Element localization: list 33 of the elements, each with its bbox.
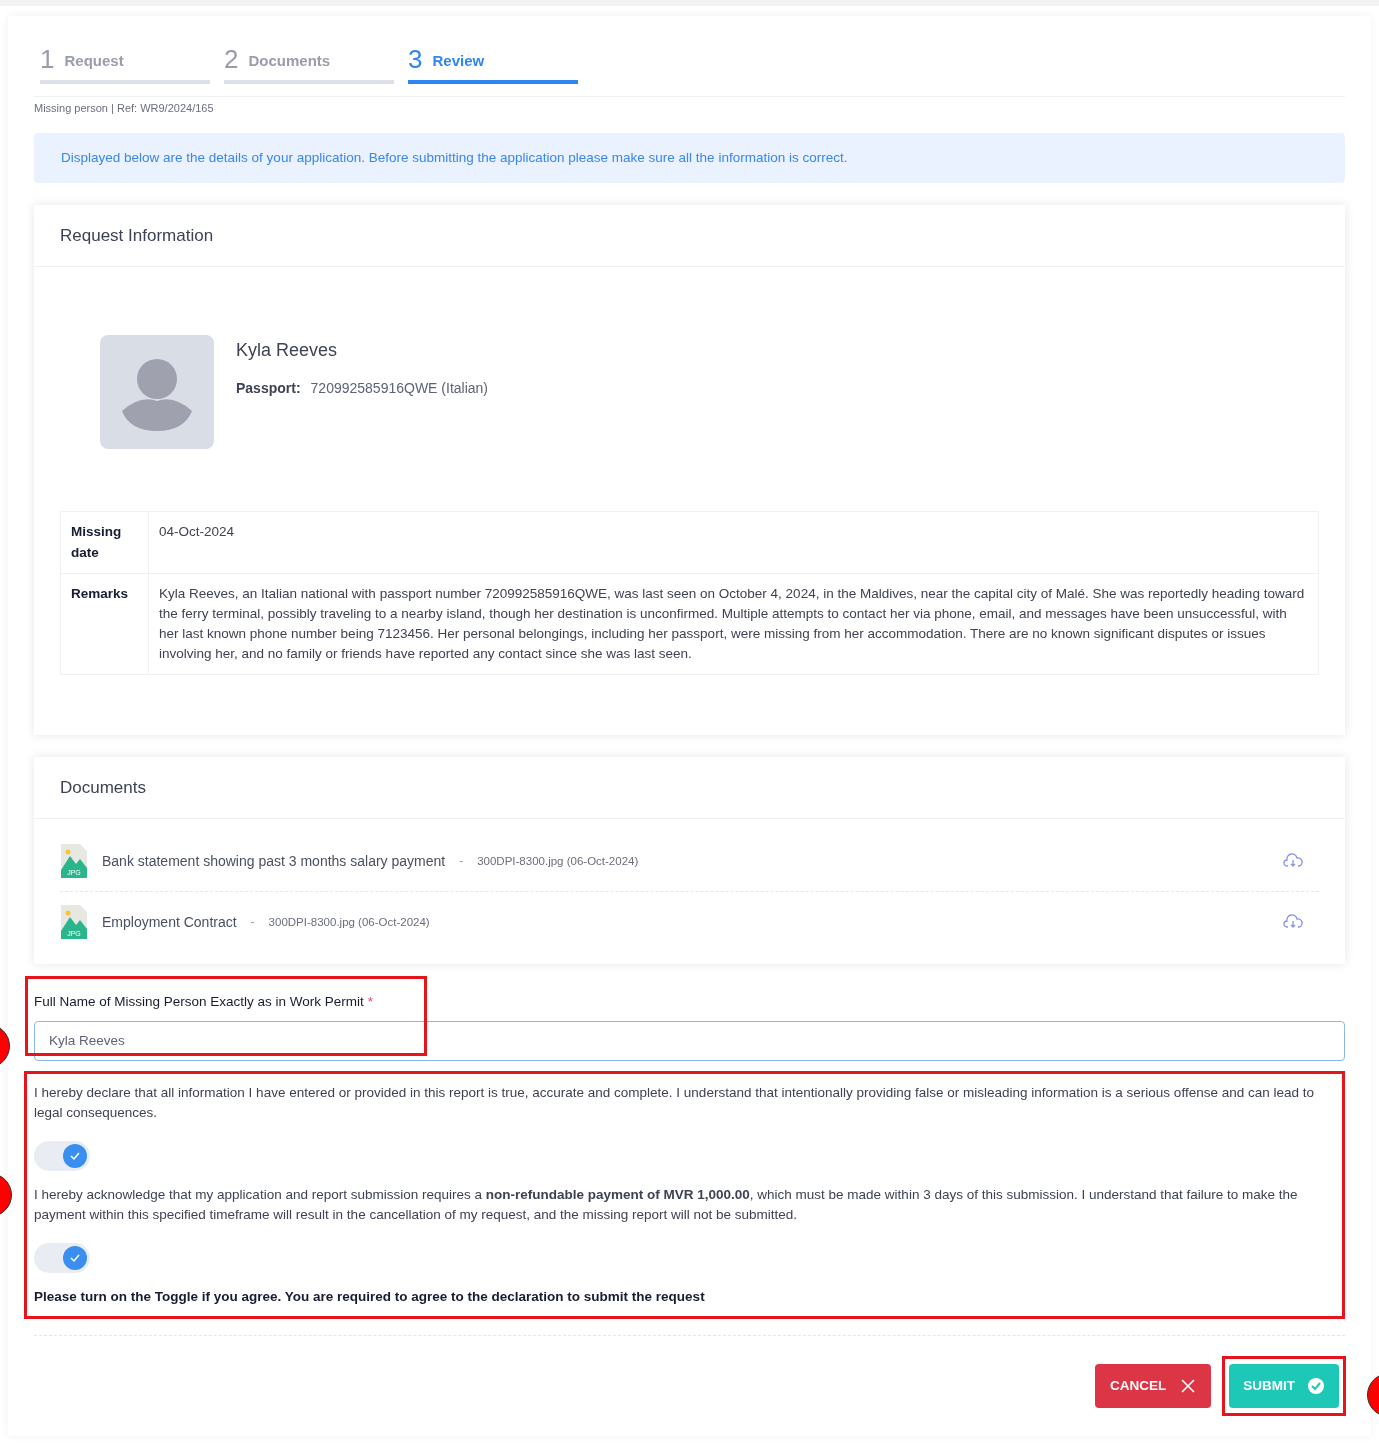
document-name[interactable]: Bank statement showing past 3 months salary payment — [102, 850, 446, 872]
separator-text: - — [459, 853, 464, 871]
toggle-switch[interactable] — [34, 1140, 90, 1171]
file-info: 300DPI-8300.jpg (06-Oct-2024) — [268, 914, 430, 930]
person-name: Kyla Reeves — [236, 339, 339, 363]
close-icon — [1180, 1377, 1197, 1394]
passport-label: Passport: — [236, 379, 301, 399]
separator-text: - — [250, 914, 255, 932]
row-value: Kyla Reeves, an Italian national with passport number 720992585916QWE, was last seen on October 4, 2024, in the Maldives, near the capital city of Malé. She was reportedly heading toward the ferry terminal, possibly traveling to a nearby island, though her destination is unconfirmed. Multiple attempts to contact her via phone, email, and messages have been unsuccessful, with her last known phone number being 7123456. Her personal belongings, including her passport, were missing from her accommodation. There are no known significant disputes or issues involving her, and no family or friends have reported any contact since she was last seen. — [148, 573, 1319, 675]
check-circle-icon — [1307, 1376, 1325, 1395]
cloud-download-icon[interactable] — [1283, 914, 1303, 931]
field-label: Full Name of Missing Person Exactly as in Work Permit * — [34, 993, 374, 1012]
step-tab[interactable]: 3 Review — [408, 46, 578, 84]
card-title: Documents — [34, 756, 1345, 820]
step-tab[interactable]: 1 Request — [40, 46, 210, 84]
avatar-placeholder-icon — [100, 335, 214, 450]
reference-text: Missing person | Ref: WR9/2024/165 — [34, 101, 215, 116]
agreement-note: Please turn on the Toggle if you agree. You are required to agree to the declaration to submit the request — [34, 1287, 706, 1306]
document-name[interactable]: Employment Contract — [102, 911, 237, 933]
row-label: Remarks — [60, 573, 149, 675]
declaration-text: I hereby acknowledge that my application and report submission requires a non-refundable payment of MVR 1,000.00, which must be made within 3 days of this submission. I understand that failure to make the payment within this specified timeframe will result in the cancellation of my request, and the missing report will not be submitted. — [34, 1185, 1299, 1224]
full-name-input[interactable]: Kyla Reeves — [34, 1020, 1345, 1061]
card-title: Request Information — [34, 204, 1345, 268]
cancel-button[interactable]: CANCEL — [1095, 1363, 1212, 1408]
step-tab[interactable]: 2 Documents — [224, 46, 394, 84]
toggle-switch[interactable] — [34, 1242, 90, 1273]
declaration-text: I hereby declare that all information I have entered or provided in this report is true, accurate and complete. I understand that intentionally providing false or misleading information is a serious offense and can lead to legal consequences. — [34, 1083, 1315, 1122]
passport-value: 720992585916QWE (Italian) — [310, 379, 489, 399]
file-info: 300DPI-8300.jpg (06-Oct-2024) — [477, 853, 639, 869]
info-banner: Displayed below are the details of your application. Before submitting the application please make sure all the information is correct. — [34, 132, 1345, 183]
cloud-download-icon[interactable] — [1283, 853, 1303, 870]
row-label: Missing date — [60, 511, 149, 574]
row-value: 04-Oct-2024 — [148, 511, 1319, 574]
